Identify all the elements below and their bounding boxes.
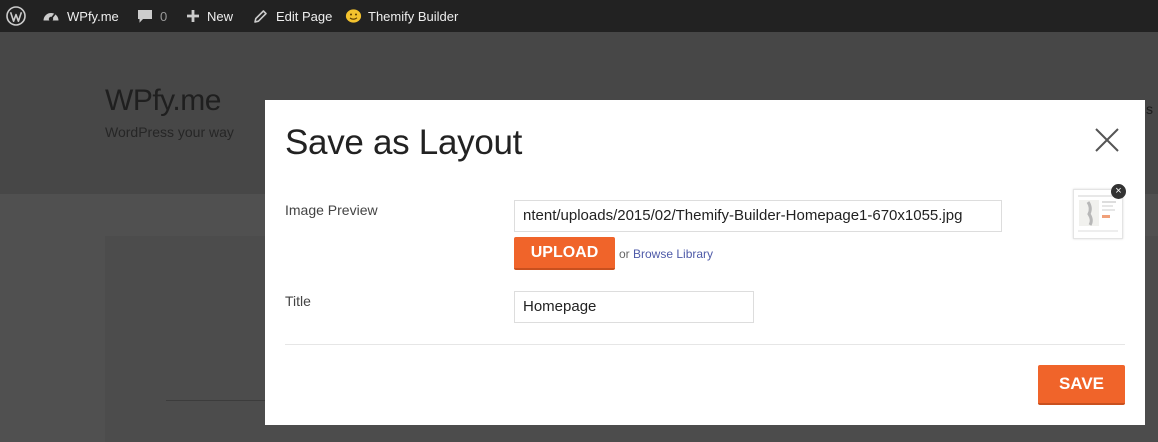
upload-button[interactable]: UPLOAD [514,237,615,270]
comments-count: 0 [160,8,168,24]
title-label: Title [285,293,311,309]
site-nav-item[interactable]: s [1146,101,1153,117]
title-input[interactable]: Homepage [514,291,754,323]
site-tagline: WordPress your way [105,124,234,140]
wordpress-logo-icon[interactable] [6,0,26,32]
image-url-input[interactable]: ntent/uploads/2015/02/Themify-Builder-Ho… [514,200,1002,232]
save-button[interactable]: SAVE [1038,365,1125,405]
adminbar-edit-label: Edit Page [276,8,333,24]
dialog-divider [285,344,1125,345]
plus-icon [186,9,200,23]
adminbar-edit-page[interactable]: Edit Page [253,0,332,32]
remove-image-icon[interactable]: × [1111,184,1126,199]
adminbar-comments[interactable]: 0 [137,0,167,32]
site-title[interactable]: WPfy.me [105,84,221,118]
admin-bar: WPfy.me 0 New Edit Page Themify Builder [0,0,1158,32]
close-icon[interactable] [1087,120,1127,160]
comment-icon [137,9,153,24]
image-preview-label: Image Preview [285,202,378,218]
adminbar-themify-builder[interactable]: Themify Builder [345,0,458,32]
browse-library-link[interactable]: Browse Library [633,247,713,261]
dialog-title: Save as Layout [285,123,523,162]
dashboard-icon [42,8,60,24]
content-divider [166,400,276,401]
adminbar-site-name[interactable]: WPfy.me [42,0,119,32]
adminbar-new[interactable]: New [186,0,233,32]
save-layout-dialog: Save as Layout Image Preview ntent/uploa… [265,100,1145,425]
or-text: or [619,247,630,261]
themify-smiley-icon [345,8,362,24]
adminbar-new-label: New [207,8,234,24]
pencil-icon [253,9,268,24]
adminbar-builder-label: Themify Builder [368,8,459,24]
adminbar-site-label: WPfy.me [67,8,119,24]
